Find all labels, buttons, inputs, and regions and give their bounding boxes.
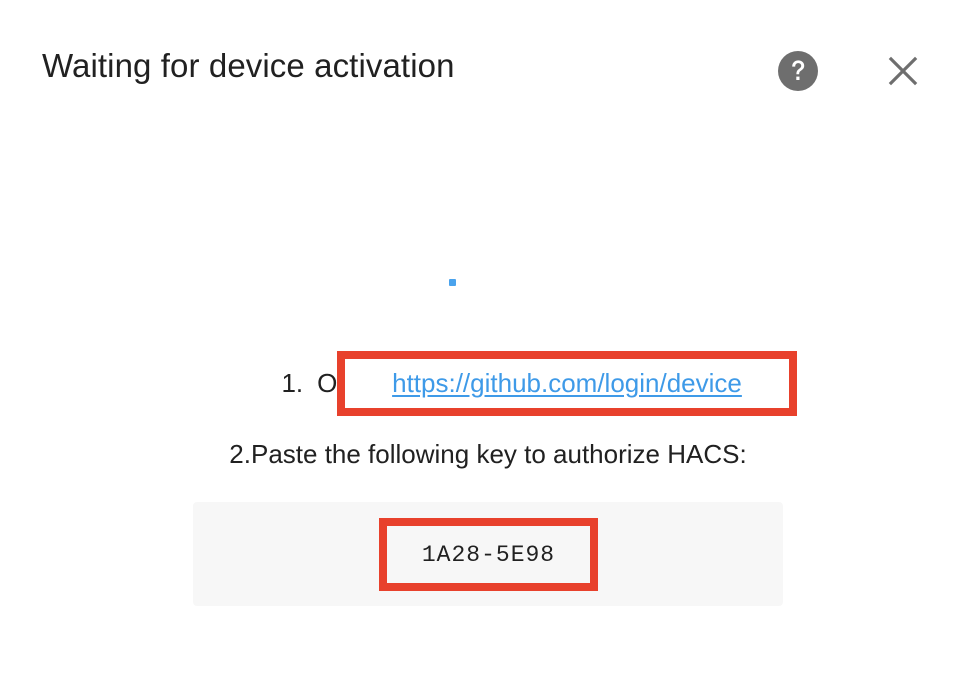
loading-spinner (449, 279, 456, 286)
close-button[interactable] (884, 52, 922, 90)
device-code-highlight-box: 1A28-5E98 (379, 518, 598, 591)
help-circle-icon (778, 51, 818, 91)
device-activation-dialog: Waiting for device activation 1.Open htt… (0, 0, 974, 700)
close-icon (888, 56, 918, 86)
github-device-link[interactable]: https://github.com/login/device (345, 359, 789, 408)
step-1-number: 1. (281, 368, 304, 398)
device-code[interactable]: 1A28-5E98 (422, 542, 555, 568)
help-button[interactable] (778, 51, 818, 91)
link-highlight-box: https://github.com/login/device (337, 351, 797, 416)
step-2-text: 2.Paste the following key to authorize H… (229, 439, 747, 469)
dialog-title: Waiting for device activation (42, 47, 455, 84)
